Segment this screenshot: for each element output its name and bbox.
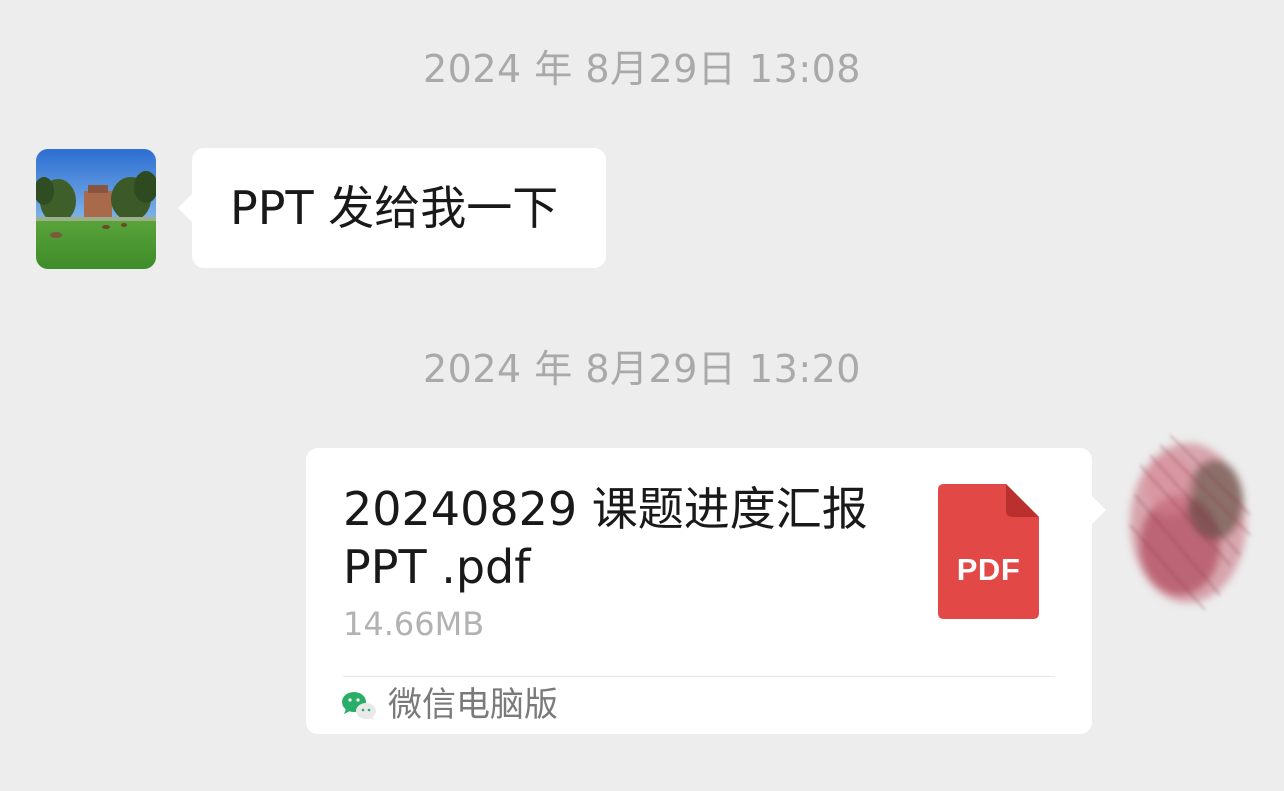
contact-avatar[interactable] — [36, 149, 156, 269]
pink-brush-avatar-image — [1129, 434, 1251, 611]
incoming-message-bubble[interactable]: PPT 发给我一下 — [178, 148, 606, 268]
file-name: 20240829 课题进度汇报 PPT .pdf — [343, 482, 868, 594]
message-timestamp: 2024 年 8月29日 13:08 — [423, 47, 861, 91]
file-source-label: 微信电脑版 — [388, 685, 558, 725]
file-message-card[interactable]: 20240829 课题进度汇报 PPT .pdf 14.66MB PDF 微信电 — [306, 448, 1106, 734]
file-size: 14.66MB — [343, 605, 485, 643]
pdf-type-label: PDF — [956, 552, 1021, 587]
message-timestamp: 2024 年 8月29日 13:20 — [423, 347, 861, 391]
my-avatar[interactable] — [1110, 405, 1270, 635]
pdf-file-icon: PDF — [938, 484, 1039, 619]
message-text: PPT 发给我一下 — [230, 181, 559, 235]
landscape-photo-avatar-image — [36, 149, 156, 269]
card-divider — [343, 676, 1055, 677]
wechat-icon — [341, 691, 377, 721]
